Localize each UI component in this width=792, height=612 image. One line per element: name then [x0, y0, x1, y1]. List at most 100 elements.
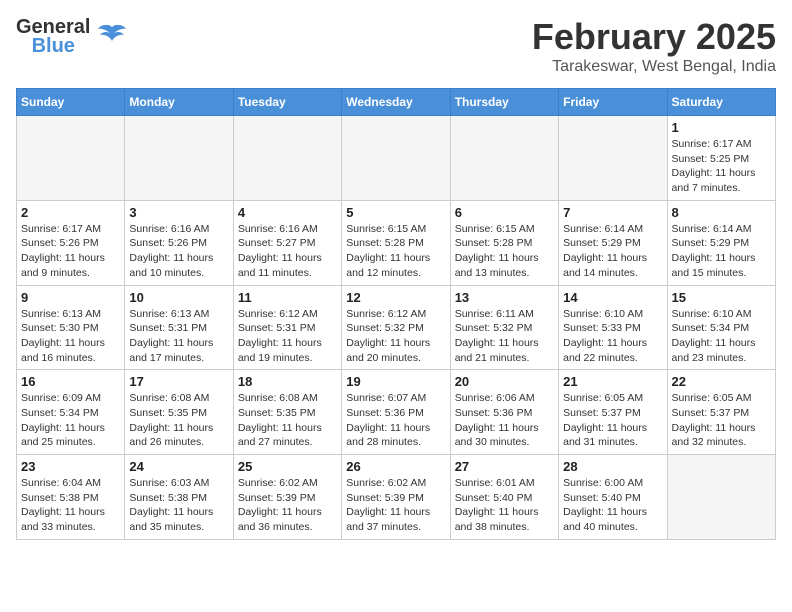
- day-number: 20: [455, 374, 554, 389]
- calendar-day-cell: 11Sunrise: 6:12 AM Sunset: 5:31 PM Dayli…: [233, 285, 341, 370]
- calendar-week-row: 1Sunrise: 6:17 AM Sunset: 5:25 PM Daylig…: [17, 116, 776, 201]
- day-number: 24: [129, 459, 228, 474]
- calendar-day-cell: 27 Sunrise: 6:01 AM Sunset: 5:40 PM Dayli…: [450, 455, 558, 540]
- weekday-header-row: SundayMondayTuesdayWednesdayThursdayFrid…: [17, 89, 776, 116]
- calendar-day-cell: 15 Sunrise: 6:10 AM Sunset: 5:34 PM Dayli…: [667, 285, 775, 370]
- calendar-day-cell: 22 Sunrise: 6:05 AM Sunset: 5:37 PM Dayli…: [667, 370, 775, 455]
- day-info: Sunrise: 6:15 AM Sunset: 5:28 PM Dayligh…: [455, 222, 554, 281]
- day-number: 8: [672, 205, 771, 220]
- calendar-day-cell: 13Sunrise: 6:11 AM Sunset: 5:32 PM Dayli…: [450, 285, 558, 370]
- day-number: 26: [346, 459, 445, 474]
- day-number: 2: [21, 205, 120, 220]
- calendar-day-cell: 14 Sunrise: 6:10 AM Sunset: 5:33 PM Dayli…: [559, 285, 667, 370]
- day-info: Sunrise: 6:08 AM Sunset: 5:35 PM Dayligh…: [129, 391, 228, 450]
- day-info: Sunrise: 6:03 AM Sunset: 5:38 PM Dayligh…: [129, 476, 228, 535]
- day-info: Sunrise: 6:14 AM Sunset: 5:29 PM Dayligh…: [563, 222, 662, 281]
- calendar-day-cell: [125, 116, 233, 201]
- day-info: Sunrise: 6:05 AM Sunset: 5:37 PM Dayligh…: [672, 391, 771, 450]
- day-number: 21: [563, 374, 662, 389]
- weekday-header-saturday: Saturday: [667, 89, 775, 116]
- weekday-header-wednesday: Wednesday: [342, 89, 450, 116]
- logo: General Blue: [16, 16, 130, 58]
- calendar-day-cell: 24 Sunrise: 6:03 AM Sunset: 5:38 PM Dayli…: [125, 455, 233, 540]
- calendar-day-cell: 20Sunrise: 6:06 AM Sunset: 5:36 PM Dayli…: [450, 370, 558, 455]
- day-info: Sunrise: 6:12 AM Sunset: 5:32 PM Dayligh…: [346, 307, 445, 366]
- day-info: Sunrise: 6:13 AM Sunset: 5:30 PM Dayligh…: [21, 307, 120, 366]
- calendar-week-row: 9Sunrise: 6:13 AM Sunset: 5:30 PM Daylig…: [17, 285, 776, 370]
- day-number: 18: [238, 374, 337, 389]
- calendar-week-row: 23 Sunrise: 6:04 AM Sunset: 5:38 PM Dayli…: [17, 455, 776, 540]
- calendar-day-cell: 10Sunrise: 6:13 AM Sunset: 5:31 PM Dayli…: [125, 285, 233, 370]
- day-number: 19: [346, 374, 445, 389]
- calendar-day-cell: 26 Sunrise: 6:02 AM Sunset: 5:39 PM Dayli…: [342, 455, 450, 540]
- day-info: Sunrise: 6:08 AM Sunset: 5:35 PM Dayligh…: [238, 391, 337, 450]
- day-info: Sunrise: 6:13 AM Sunset: 5:31 PM Dayligh…: [129, 307, 228, 366]
- weekday-header-tuesday: Tuesday: [233, 89, 341, 116]
- day-info: Sunrise: 6:07 AM Sunset: 5:36 PM Dayligh…: [346, 391, 445, 450]
- calendar-day-cell: [17, 116, 125, 201]
- calendar-day-cell: 7 Sunrise: 6:14 AM Sunset: 5:29 PM Daylig…: [559, 200, 667, 285]
- calendar-day-cell: 5 Sunrise: 6:15 AM Sunset: 5:28 PM Daylig…: [342, 200, 450, 285]
- page-header: General Blue February 2025 Tarakeswar, W…: [16, 16, 776, 76]
- day-number: 4: [238, 205, 337, 220]
- day-number: 14: [563, 290, 662, 305]
- weekday-header-monday: Monday: [125, 89, 233, 116]
- calendar-day-cell: [233, 116, 341, 201]
- logo-blue: Blue: [32, 35, 75, 58]
- day-info: Sunrise: 6:10 AM Sunset: 5:33 PM Dayligh…: [563, 307, 662, 366]
- day-info: Sunrise: 6:04 AM Sunset: 5:38 PM Dayligh…: [21, 476, 120, 535]
- day-number: 25: [238, 459, 337, 474]
- day-info: Sunrise: 6:16 AM Sunset: 5:27 PM Dayligh…: [238, 222, 337, 281]
- calendar-week-row: 2 Sunrise: 6:17 AM Sunset: 5:26 PM Daylig…: [17, 200, 776, 285]
- calendar-day-cell: 16 Sunrise: 6:09 AM Sunset: 5:34 PM Dayli…: [17, 370, 125, 455]
- day-info: Sunrise: 6:02 AM Sunset: 5:39 PM Dayligh…: [238, 476, 337, 535]
- calendar-day-cell: 21Sunrise: 6:05 AM Sunset: 5:37 PM Dayli…: [559, 370, 667, 455]
- calendar-day-cell: 18 Sunrise: 6:08 AM Sunset: 5:35 PM Dayli…: [233, 370, 341, 455]
- day-number: 5: [346, 205, 445, 220]
- day-number: 22: [672, 374, 771, 389]
- calendar-week-row: 16 Sunrise: 6:09 AM Sunset: 5:34 PM Dayli…: [17, 370, 776, 455]
- day-number: 13: [455, 290, 554, 305]
- calendar-day-cell: 6 Sunrise: 6:15 AM Sunset: 5:28 PM Daylig…: [450, 200, 558, 285]
- day-info: Sunrise: 6:02 AM Sunset: 5:39 PM Dayligh…: [346, 476, 445, 535]
- calendar-day-cell: 4 Sunrise: 6:16 AM Sunset: 5:27 PM Daylig…: [233, 200, 341, 285]
- location-title: Tarakeswar, West Bengal, India: [532, 58, 776, 76]
- day-number: 12: [346, 290, 445, 305]
- title-block: February 2025 Tarakeswar, West Bengal, I…: [532, 16, 776, 76]
- day-number: 23: [21, 459, 120, 474]
- calendar-day-cell: [559, 116, 667, 201]
- calendar-day-cell: 28 Sunrise: 6:00 AM Sunset: 5:40 PM Dayli…: [559, 455, 667, 540]
- calendar-day-cell: [450, 116, 558, 201]
- calendar-header: SundayMondayTuesdayWednesdayThursdayFrid…: [17, 89, 776, 116]
- day-number: 3: [129, 205, 228, 220]
- day-number: 28: [563, 459, 662, 474]
- calendar-day-cell: 3Sunrise: 6:16 AM Sunset: 5:26 PM Daylig…: [125, 200, 233, 285]
- calendar-day-cell: 12 Sunrise: 6:12 AM Sunset: 5:32 PM Dayli…: [342, 285, 450, 370]
- day-info: Sunrise: 6:10 AM Sunset: 5:34 PM Dayligh…: [672, 307, 771, 366]
- day-number: 16: [21, 374, 120, 389]
- weekday-header-sunday: Sunday: [17, 89, 125, 116]
- weekday-header-friday: Friday: [559, 89, 667, 116]
- day-info: Sunrise: 6:00 AM Sunset: 5:40 PM Dayligh…: [563, 476, 662, 535]
- day-info: Sunrise: 6:14 AM Sunset: 5:29 PM Dayligh…: [672, 222, 771, 281]
- day-number: 7: [563, 205, 662, 220]
- calendar-day-cell: 23 Sunrise: 6:04 AM Sunset: 5:38 PM Dayli…: [17, 455, 125, 540]
- weekday-header-thursday: Thursday: [450, 89, 558, 116]
- day-info: Sunrise: 6:09 AM Sunset: 5:34 PM Dayligh…: [21, 391, 120, 450]
- day-number: 1: [672, 120, 771, 135]
- day-number: 27: [455, 459, 554, 474]
- calendar-day-cell: [342, 116, 450, 201]
- day-info: Sunrise: 6:15 AM Sunset: 5:28 PM Dayligh…: [346, 222, 445, 281]
- calendar-day-cell: 2 Sunrise: 6:17 AM Sunset: 5:26 PM Daylig…: [17, 200, 125, 285]
- day-info: Sunrise: 6:17 AM Sunset: 5:26 PM Dayligh…: [21, 222, 120, 281]
- calendar-day-cell: 25 Sunrise: 6:02 AM Sunset: 5:39 PM Dayli…: [233, 455, 341, 540]
- day-info: Sunrise: 6:01 AM Sunset: 5:40 PM Dayligh…: [455, 476, 554, 535]
- calendar-table: SundayMondayTuesdayWednesdayThursdayFrid…: [16, 88, 776, 540]
- calendar-day-cell: 19 Sunrise: 6:07 AM Sunset: 5:36 PM Dayli…: [342, 370, 450, 455]
- day-number: 17: [129, 374, 228, 389]
- day-number: 15: [672, 290, 771, 305]
- day-number: 6: [455, 205, 554, 220]
- calendar-day-cell: 17 Sunrise: 6:08 AM Sunset: 5:35 PM Dayli…: [125, 370, 233, 455]
- calendar-day-cell: 1Sunrise: 6:17 AM Sunset: 5:25 PM Daylig…: [667, 116, 775, 201]
- calendar-day-cell: 9Sunrise: 6:13 AM Sunset: 5:30 PM Daylig…: [17, 285, 125, 370]
